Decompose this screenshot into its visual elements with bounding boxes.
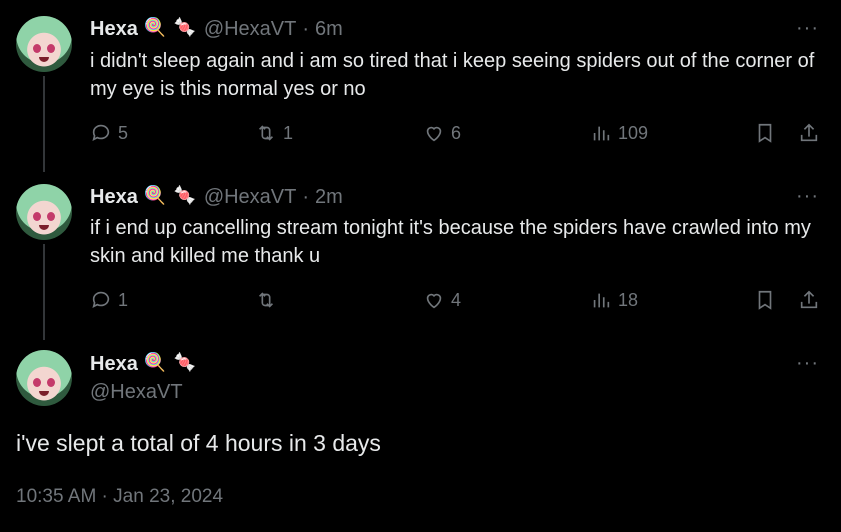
analytics-icon	[593, 293, 610, 308]
reply-icon	[92, 291, 110, 308]
avatar-eye	[33, 378, 41, 387]
thread-tweet[interactable]: Hexa 🍭 🍬 @HexaVT · 2m ··· if i end up ca…	[0, 168, 841, 338]
bookmark-button[interactable]	[754, 122, 776, 144]
tweet-text: i didn't sleep again and i am so tired t…	[90, 50, 815, 100]
avatar-eye	[47, 212, 55, 221]
timestamp[interactable]: 6m	[315, 18, 343, 41]
more-options-icon[interactable]: ···	[796, 17, 819, 40]
tweet-header: Hexa 🍭 🍬 @HexaVT · 2m	[90, 185, 343, 209]
like-count: 4	[451, 289, 462, 310]
share-icon	[800, 290, 818, 309]
tweet-header: Hexa 🍭 🍬 @HexaVT · 6m	[90, 17, 343, 41]
action-bar: 5 1 6 109	[90, 122, 825, 150]
avatar-mouth	[39, 57, 49, 62]
avatar-eye	[33, 44, 41, 53]
lollipop-emoji-icon: 🍭	[143, 352, 167, 372]
retweet-count: 1	[283, 122, 294, 143]
bookmark-button[interactable]	[754, 289, 776, 311]
display-name[interactable]: Hexa	[90, 353, 138, 376]
action-bar: 1 4 18	[90, 289, 825, 317]
separator: ·	[302, 185, 310, 208]
more-options-icon[interactable]: ···	[796, 185, 819, 208]
separator: ·	[302, 17, 310, 40]
handle[interactable]: @HexaVT	[90, 381, 183, 404]
views-button[interactable]: 18	[590, 289, 638, 311]
display-name[interactable]: Hexa	[90, 18, 138, 41]
retweet-button[interactable]: 1	[255, 122, 293, 144]
lollipop-emoji-icon: 🍭	[143, 17, 167, 37]
avatar-eye	[47, 44, 55, 53]
lollipop-emoji-icon: 🍭	[143, 185, 167, 205]
avatar[interactable]	[16, 350, 72, 406]
handle[interactable]: @HexaVT	[204, 186, 297, 209]
tweet-text: if i end up cancelling stream tonight it…	[90, 217, 811, 267]
timestamp[interactable]: 10:35 AM · Jan 23, 2024	[16, 486, 223, 508]
reply-count: 1	[118, 289, 129, 310]
heart-icon	[426, 293, 442, 309]
avatar[interactable]	[16, 184, 72, 240]
handle[interactable]: @HexaVT	[204, 18, 297, 41]
tweet-text: i've slept a total of 4 hours in 3 days	[16, 430, 381, 456]
thread-tweet[interactable]: Hexa 🍭 🍬 @HexaVT · 6m ··· i didn't sleep…	[0, 0, 841, 170]
view-count: 18	[618, 289, 639, 310]
views-button[interactable]: 109	[590, 122, 648, 144]
avatar[interactable]	[16, 16, 72, 72]
reply-count: 5	[118, 122, 129, 143]
view-count: 109	[618, 122, 649, 143]
retweet-button[interactable]	[255, 289, 283, 311]
avatar-mouth	[39, 391, 49, 396]
reply-button[interactable]: 5	[90, 122, 128, 144]
bookmark-icon	[758, 123, 772, 143]
share-button[interactable]	[798, 289, 820, 311]
reply-button[interactable]: 1	[90, 289, 128, 311]
retweet-icon	[258, 292, 274, 308]
analytics-icon	[593, 126, 610, 141]
avatar-mouth	[39, 225, 49, 230]
like-count: 6	[451, 122, 462, 143]
like-button[interactable]: 6	[423, 122, 461, 144]
bookmark-icon	[758, 290, 772, 310]
more-options-icon[interactable]: ···	[796, 352, 819, 375]
share-button[interactable]	[798, 122, 820, 144]
like-button[interactable]: 4	[423, 289, 461, 311]
candy-emoji-icon: 🍬	[173, 185, 197, 205]
main-author: Hexa 🍭 🍬	[90, 352, 198, 376]
avatar-eye	[47, 378, 55, 387]
candy-emoji-icon: 🍬	[173, 17, 197, 37]
retweet-icon	[258, 125, 274, 141]
reply-icon	[92, 124, 110, 141]
timestamp[interactable]: 2m	[315, 186, 343, 209]
avatar-eye	[33, 212, 41, 221]
heart-icon	[426, 126, 442, 142]
share-icon	[800, 123, 818, 142]
display-name[interactable]: Hexa	[90, 186, 138, 209]
candy-emoji-icon: 🍬	[173, 352, 197, 372]
